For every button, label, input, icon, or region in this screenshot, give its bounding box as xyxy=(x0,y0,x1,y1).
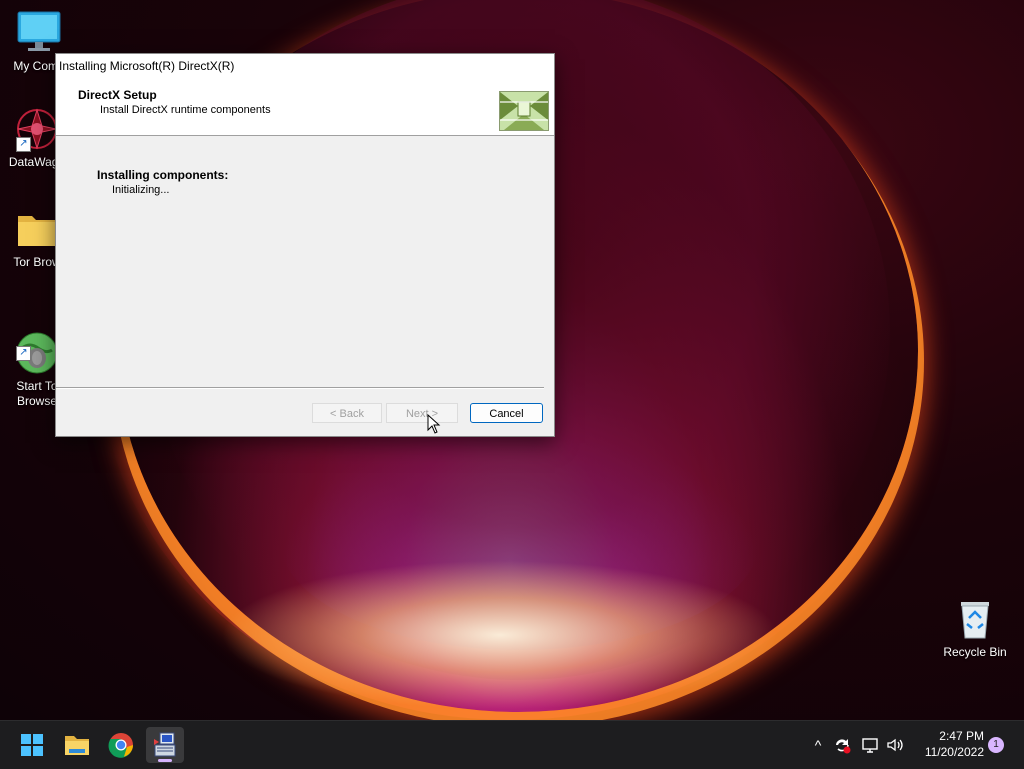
volume-icon[interactable] xyxy=(885,735,905,755)
clock-time: 2:47 PM xyxy=(939,729,984,743)
file-explorer-icon xyxy=(65,736,89,755)
taskbar-chrome[interactable] xyxy=(102,727,140,763)
folder-icon xyxy=(14,206,60,252)
dialog-content: Installing components: Initializing... xyxy=(56,136,554,385)
install-status-text: Initializing... xyxy=(112,184,170,196)
directx-setup-dialog: Installing Microsoft(R) DirectX(R) Direc… xyxy=(55,53,555,437)
next-button[interactable]: Next > xyxy=(386,403,458,423)
taskbar-file-explorer[interactable] xyxy=(58,727,96,763)
dialog-header: DirectX Setup Install DirectX runtime co… xyxy=(56,78,554,136)
mouse-cursor-icon xyxy=(427,413,441,434)
taskbar-clock[interactable]: 2:47 PM 11/20/2022 xyxy=(910,728,984,760)
notification-badge[interactable]: 1 xyxy=(988,737,1004,753)
shortcut-arrow-icon: ↗ xyxy=(16,346,31,361)
header-subtitle: Install DirectX runtime components xyxy=(100,104,271,116)
wallpaper-glow xyxy=(220,560,780,710)
installing-components-label: Installing components: xyxy=(97,168,229,182)
update-sync-icon[interactable] xyxy=(832,735,852,755)
monitor-icon xyxy=(16,10,62,56)
back-button[interactable]: < Back xyxy=(312,403,382,423)
recycle-bin-icon xyxy=(952,596,998,642)
start-icon xyxy=(21,734,43,756)
tor-globe-icon: ↗ xyxy=(14,315,60,374)
datawagon-icon: ↗ xyxy=(14,106,60,152)
network-icon[interactable] xyxy=(860,735,880,755)
header-title: DirectX Setup xyxy=(78,88,157,102)
show-hidden-icons-chevron-icon[interactable]: ^ xyxy=(808,735,828,755)
shortcut-arrow-icon: ↗ xyxy=(16,137,31,152)
directx-setup-icon xyxy=(154,732,176,757)
clock-date: 11/20/2022 xyxy=(924,745,984,759)
desktop-icon-recycle-bin[interactable]: Recycle Bin xyxy=(936,596,1014,660)
directx-logo-icon xyxy=(499,91,549,131)
start-button[interactable] xyxy=(13,727,51,763)
cancel-button[interactable]: Cancel xyxy=(470,403,543,423)
dialog-titlebar[interactable]: Installing Microsoft(R) DirectX(R) xyxy=(56,54,554,78)
chrome-icon xyxy=(108,733,133,758)
desktop-icon-label: Recycle Bin xyxy=(943,645,1007,659)
taskbar: ^ 2:47 PM 11/20/2022 1 xyxy=(0,720,1024,769)
window-title: Installing Microsoft(R) DirectX(R) xyxy=(59,59,235,73)
button-divider xyxy=(56,387,544,389)
active-app-indicator xyxy=(158,759,172,762)
taskbar-directx-setup[interactable] xyxy=(146,727,184,763)
